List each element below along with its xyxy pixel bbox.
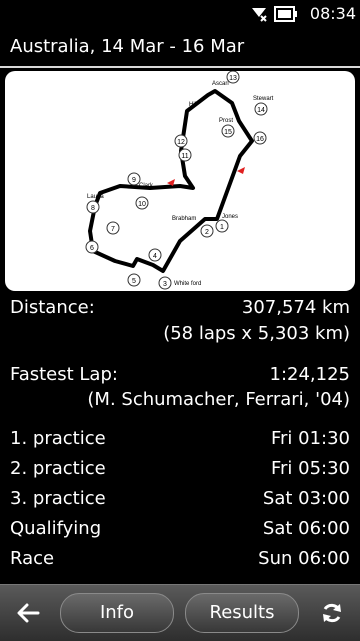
results-button[interactable]: Results: [185, 593, 299, 633]
pit-flag-2: [237, 167, 245, 174]
corner-11: 11: [181, 153, 188, 160]
session-name: 2. practice: [10, 458, 106, 479]
session-time: Sun 06:00: [258, 548, 350, 569]
corner-4: 4: [153, 253, 157, 260]
corner-name-hill: Hill: [189, 102, 197, 108]
title-divider: [0, 66, 360, 68]
bottom-toolbar: Info Results: [0, 584, 360, 641]
info-button[interactable]: Info: [60, 593, 174, 633]
corner-10: 10: [138, 201, 146, 208]
session-name: 3. practice: [10, 488, 106, 509]
back-button[interactable]: [8, 595, 48, 631]
page-title: Australia, 14 Mar - 16 Mar: [10, 36, 245, 57]
corner-name-stewart: Stewart: [253, 96, 274, 102]
battery-icon: [274, 6, 297, 22]
status-bar: 08:34: [0, 0, 360, 28]
corner-name-whiteford: White ford: [174, 281, 201, 287]
corner-5: 5: [132, 278, 136, 285]
corner-15: 15: [224, 129, 232, 136]
corner-7: 7: [111, 226, 115, 233]
corner-name-clark: Clark: [139, 183, 154, 189]
corner-name-ascari: Ascari: [212, 81, 229, 87]
session-time: Sat 06:00: [262, 518, 350, 539]
session-name: 1. practice: [10, 428, 106, 449]
corner-8: 8: [91, 205, 95, 212]
session-time: Sat 03:00: [262, 488, 350, 509]
corner-12: 12: [177, 139, 185, 146]
corner-2: 2: [205, 229, 209, 236]
corner-14: 14: [257, 107, 265, 114]
distance-detail: (58 laps x 5,303 km): [163, 323, 350, 344]
corner-16: 16: [256, 136, 264, 143]
fastest-lap-value: 1:24,125: [269, 364, 351, 385]
session-time: Fri 05:30: [270, 458, 350, 479]
corner-13: 13: [229, 75, 237, 82]
corner-name-prost: Prost: [219, 118, 233, 124]
refresh-button[interactable]: [312, 595, 352, 631]
corner-1: 1: [220, 224, 224, 231]
corner-6: 6: [90, 245, 94, 252]
fastest-lap-label: Fastest Lap:: [10, 364, 118, 385]
back-arrow-icon: [17, 603, 40, 623]
circuit-diagram: 1 2 3 4 5 6 7 8 9 10 11 12 13 14 15 16 A…: [85, 71, 274, 290]
distance-label: Distance:: [10, 297, 95, 318]
corner-name-brabham: Brabham: [172, 216, 196, 222]
session-name: Qualifying: [10, 518, 102, 539]
session-time: Fri 01:30: [270, 428, 350, 449]
no-sim-icon: [252, 8, 267, 22]
fastest-lap-detail: (M. Schumacher, Ferrari, '04): [87, 389, 350, 410]
corner-3: 3: [163, 281, 167, 288]
status-time: 08:34: [309, 4, 356, 23]
corner-9: 9: [132, 177, 136, 184]
distance-value: 307,574 km: [241, 297, 350, 318]
corner-name-lauda: Lauda: [87, 194, 104, 200]
refresh-icon: [323, 603, 341, 623]
corner-name-jones: Jones: [222, 214, 238, 220]
title-bar: Australia, 14 Mar - 16 Mar: [0, 28, 360, 66]
track-map: 1 2 3 4 5 6 7 8 9 10 11 12 13 14 15 16 A…: [5, 71, 355, 291]
session-name: Race: [10, 548, 55, 569]
